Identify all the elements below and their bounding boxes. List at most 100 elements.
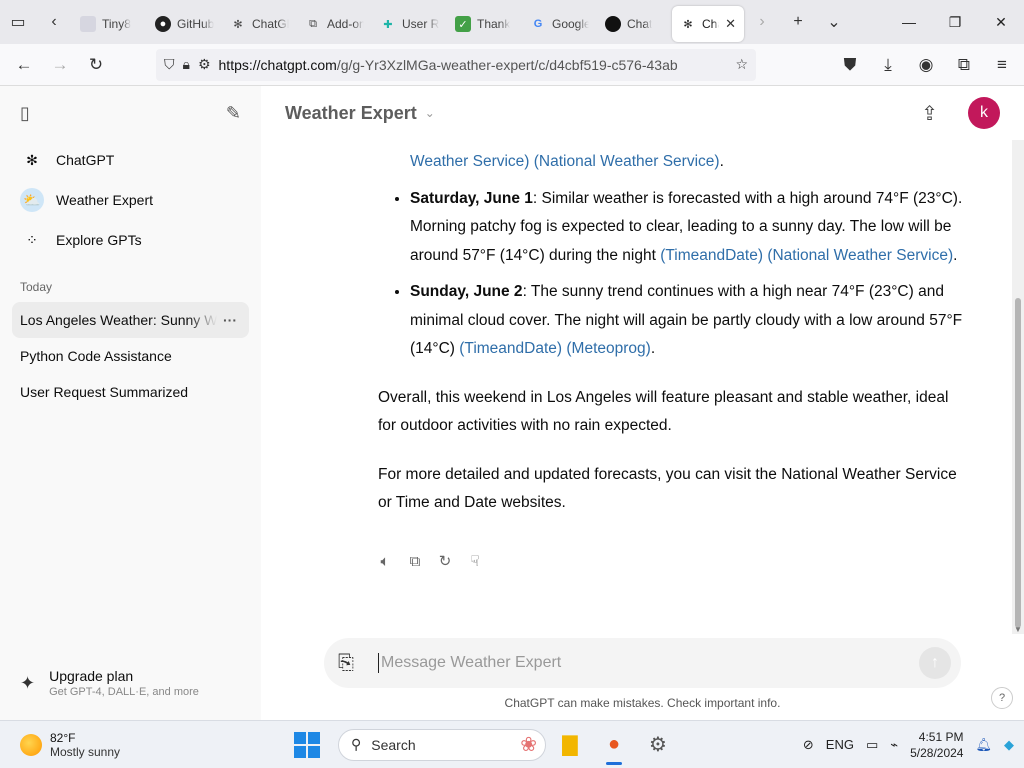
back-icon[interactable]: ← [6, 49, 42, 81]
send-button[interactable]: ↑ [919, 647, 951, 679]
forecast-day: Sunday, June 2 [410, 283, 523, 300]
pocket-icon[interactable]: ⛊ [832, 49, 868, 81]
system-clock[interactable]: 4:51 PM 5/28/2024 [910, 729, 963, 761]
assistant-message: Weather Service) (National Weather Servi… [378, 126, 968, 518]
tab-overview-icon[interactable]: ▭ [0, 0, 36, 44]
page-scrollbar[interactable]: ▲ ▼ [1012, 86, 1024, 634]
chevron-down-icon[interactable]: ⌄ [425, 106, 435, 120]
source-link[interactable]: (TimeandDate) [459, 340, 562, 357]
sidebar: ▯ ✎ ✻ ChatGPT ⛅ Weather Expert ⁘ Explore… [0, 86, 261, 720]
tracking-protection-icon[interactable]: ⛉ [164, 56, 175, 73]
system-tray: ⊘ ENG ▭ ⌁ 4:51 PM 5/28/2024 🔔︎ ◆ [803, 729, 1024, 761]
search-icon: ⚲ [351, 736, 362, 752]
upgrade-plan-subtitle: Get GPT-4, DALL·E, and more [49, 686, 199, 698]
source-link[interactable]: Weather Service) [410, 153, 529, 170]
browser-tab[interactable]: Tiny8 [72, 6, 147, 42]
list-tabs-icon[interactable]: ⌄ [816, 0, 852, 44]
toggle-sidebar-icon[interactable]: ▯ [20, 103, 30, 124]
browser-tab-active[interactable]: ✻ ChatGPT ✕ [672, 6, 744, 42]
list-item: Sunday, June 2: The sunny trend continue… [410, 278, 968, 364]
chat-title: Python Code Assistance [20, 348, 172, 364]
scroll-tabs-left-icon[interactable]: ‹ [36, 0, 72, 44]
sidebar-item-explore-gpts[interactable]: ⁘ Explore GPTs [0, 220, 261, 260]
network-off-icon[interactable]: ⊘ [803, 737, 814, 753]
regenerate-icon[interactable]: ↻ [436, 552, 454, 570]
firefox-icon[interactable]: ● [594, 725, 634, 765]
share-icon[interactable]: ⇪ [921, 101, 938, 126]
extensions-icon[interactable]: ⧉ [946, 49, 982, 81]
forward-icon[interactable]: → [42, 49, 78, 81]
chat-history-item[interactable]: Python Code Assistance [0, 338, 261, 374]
message-paragraph: Overall, this weekend in Los Angeles wil… [378, 388, 949, 435]
tab-label: Thank [477, 17, 511, 31]
reload-icon[interactable]: ↻ [78, 49, 114, 81]
google-icon: G [533, 18, 543, 30]
upgrade-plan-button[interactable]: ✦ Upgrade plan Get GPT-4, DALL·E, and mo… [20, 668, 199, 698]
minimize-window-icon[interactable]: — [886, 0, 932, 44]
read-aloud-icon[interactable]: 🔈︎ [376, 552, 394, 570]
file-explorer-icon[interactable]: ▇ [550, 725, 590, 765]
more-options-icon[interactable]: ··· [223, 312, 237, 328]
tab-label: Tiny8 [102, 17, 131, 31]
sidebar-item-label: Weather Expert [56, 192, 154, 208]
model-selector[interactable]: Weather Expert [285, 103, 417, 124]
settings-icon[interactable]: ⚙ [638, 725, 678, 765]
attach-icon[interactable]: ⎘ [338, 652, 362, 675]
sidebar-item-chatgpt[interactable]: ✻ ChatGPT [0, 140, 261, 180]
browser-tab[interactable]: ✻ ChatGPT [222, 6, 297, 42]
openai-icon: ✻ [683, 18, 693, 31]
browser-tab[interactable]: ✓ Thank [447, 6, 522, 42]
chat-main: Weather Expert ⌄ ⇪ k Weather Service) (N… [261, 86, 1024, 720]
bookmark-star-icon[interactable]: ☆ [735, 56, 748, 73]
weather-desc: Mostly sunny [50, 744, 121, 759]
account-icon[interactable]: ◉ [908, 49, 944, 81]
source-link[interactable]: (TimeandDate) [660, 247, 763, 264]
wifi-volume-icon[interactable]: ⌁ [890, 737, 898, 753]
taskbar-weather-widget[interactable]: 82°F Mostly sunny [0, 731, 290, 759]
source-link[interactable]: (Meteoprog) [566, 340, 650, 357]
address-bar[interactable]: ⛉ 🔒︎ ⚙︎ https://chatgpt.com/g/g-Yr3XzlMG… [156, 48, 756, 81]
close-window-icon[interactable]: ✕ [978, 0, 1024, 44]
browser-tab[interactable]: ✚ User R [372, 6, 447, 42]
thumbs-down-icon[interactable]: ☟ [466, 552, 484, 570]
chat-history-item-active[interactable]: Los Angeles Weather: Sunny We ··· [12, 302, 249, 338]
scroll-down-icon[interactable]: ▼ [1014, 625, 1022, 634]
maximize-window-icon[interactable]: ❐ [932, 0, 978, 44]
browser-tab[interactable]: ● GitHub [147, 6, 222, 42]
close-tab-icon[interactable]: ✕ [725, 16, 736, 32]
source-link[interactable]: (National Weather Service) [534, 153, 720, 170]
copilot-icon[interactable]: ◆ [1004, 737, 1014, 753]
display-icon[interactable]: ▭ [866, 737, 878, 753]
browser-tab[interactable]: G Google [522, 6, 597, 42]
downloads-icon[interactable]: ⤓ [870, 49, 906, 81]
user-icon: ✚ [383, 18, 393, 31]
scrollbar-thumb[interactable] [1015, 298, 1021, 628]
menu-icon[interactable]: ≡ [984, 49, 1020, 81]
taskbar-search[interactable]: ⚲ Search ❀ [338, 728, 546, 761]
windows-start-icon[interactable] [294, 731, 320, 758]
language-indicator[interactable]: ENG [826, 737, 854, 752]
notification-bell-icon[interactable]: 🔔︎ [975, 737, 992, 753]
new-chat-icon[interactable]: ✎ [226, 103, 241, 124]
scroll-tabs-right-icon[interactable]: › [744, 0, 780, 44]
sidebar-item-weather-expert[interactable]: ⛅ Weather Expert [0, 180, 261, 220]
sidebar-item-label: ChatGPT [56, 152, 115, 168]
tab-label: User R [402, 17, 439, 31]
url-host: https://chatgpt.com [218, 56, 337, 73]
chat-history-item[interactable]: User Request Summarized [0, 374, 261, 410]
new-tab-icon[interactable]: + [780, 0, 816, 44]
help-button[interactable]: ? [991, 687, 1013, 709]
copy-icon[interactable]: ⧉ [406, 552, 424, 570]
browser-tab[interactable]: Chat [597, 6, 672, 42]
sidebar-item-label: Explore GPTs [56, 232, 142, 248]
disclaimer-text: ChatGPT can make mistakes. Check importa… [504, 696, 781, 710]
url-text[interactable]: https://chatgpt.com/g/g-Yr3XzlMGa-weathe… [219, 57, 728, 73]
message-input[interactable] [378, 653, 919, 673]
clock-time: 4:51 PM [918, 729, 964, 744]
browser-tab[interactable]: ⧉ Add-ons [297, 6, 372, 42]
upgrade-plan-title: Upgrade plan [49, 668, 134, 684]
lock-icon[interactable]: 🔒︎ [183, 56, 190, 73]
avatar[interactable]: k [968, 97, 1000, 129]
source-link[interactable]: (National Weather Service) [767, 247, 953, 264]
site-settings-icon[interactable]: ⚙︎ [198, 56, 211, 73]
